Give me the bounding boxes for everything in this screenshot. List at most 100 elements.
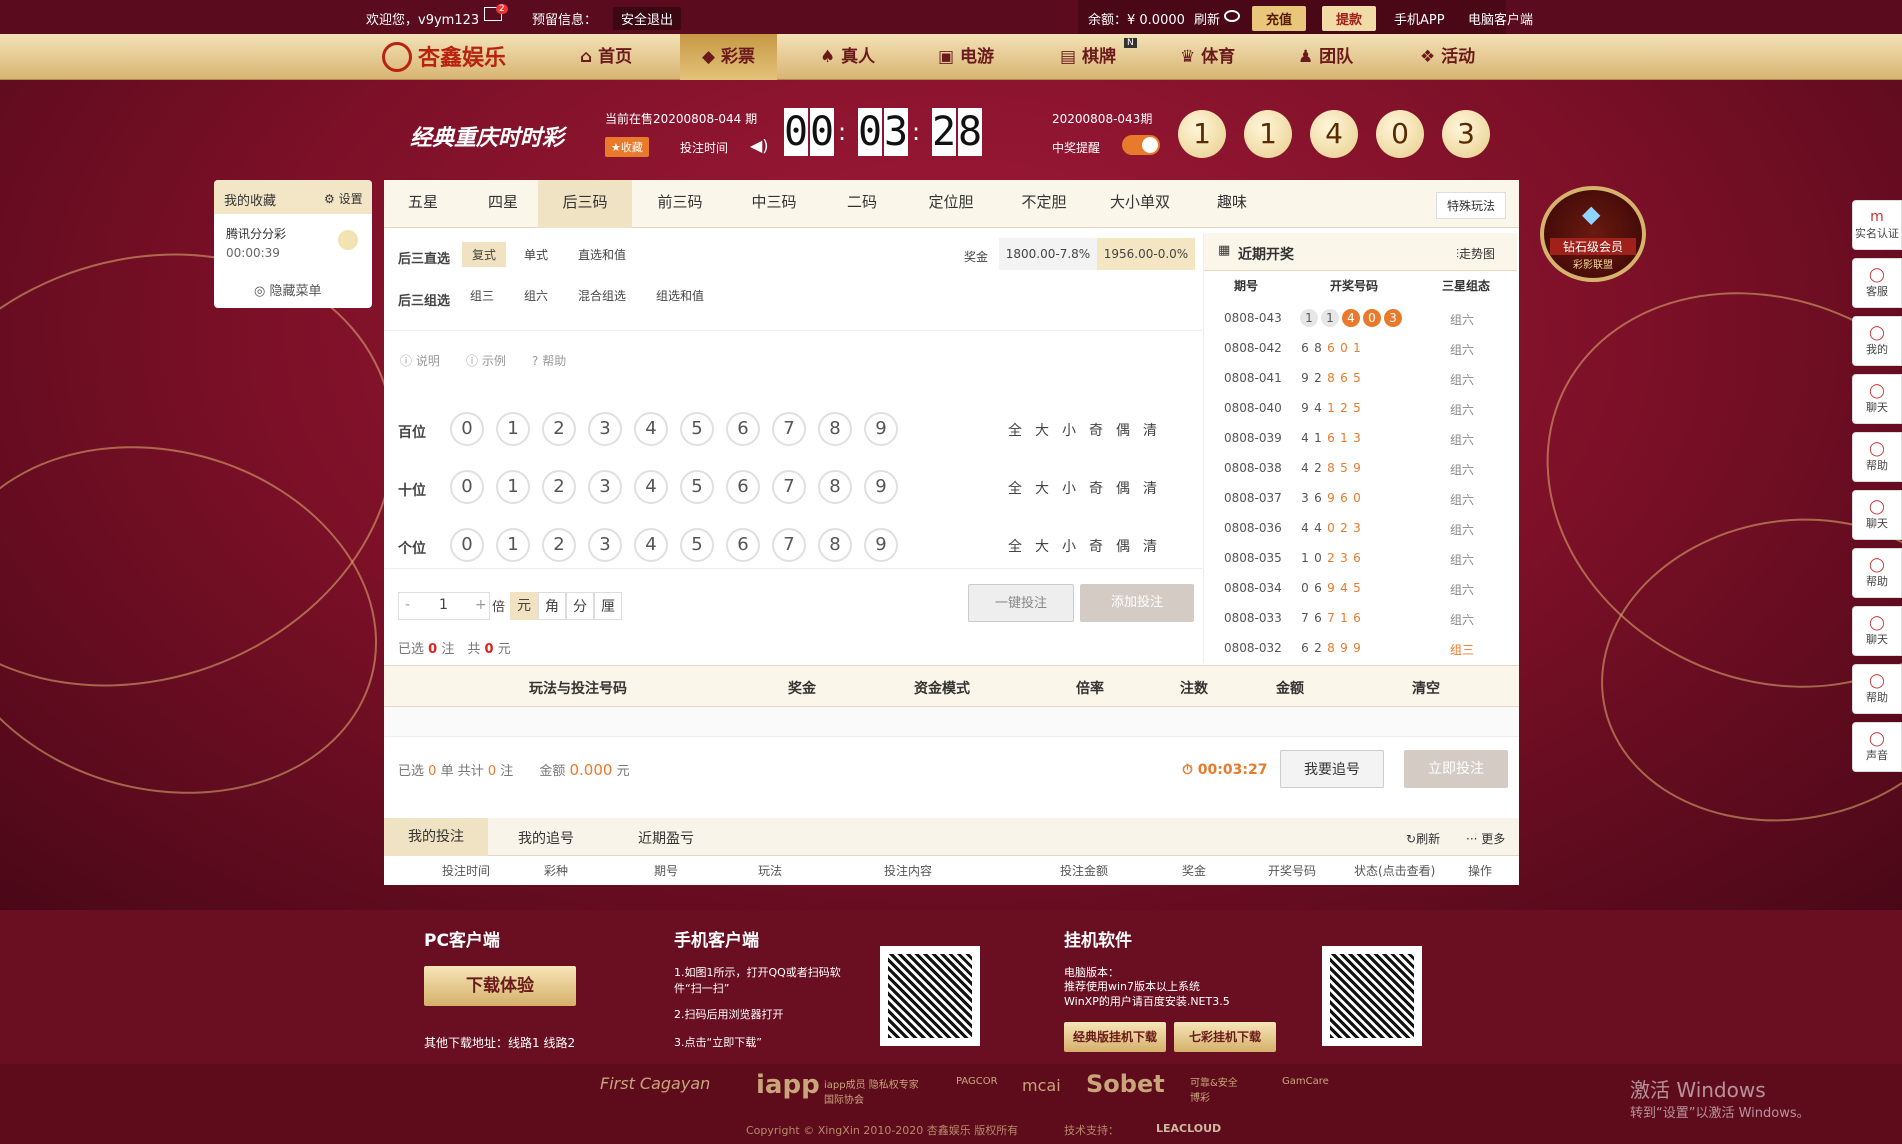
right-bar-item[interactable]: ◯ 聊天	[1852, 374, 1902, 424]
tab-fun[interactable]: 趣味	[1190, 180, 1274, 228]
quick-select-button[interactable]: 全	[1008, 420, 1022, 440]
tab-last3[interactable]: 后三码	[538, 180, 632, 228]
number-ball[interactable]: 3	[588, 470, 622, 504]
nav-chess[interactable]: ▤ 棋牌	[1060, 34, 1116, 80]
tab-first3[interactable]: 前三码	[632, 180, 728, 228]
quick-select-button[interactable]: 全	[1008, 478, 1022, 498]
tab-2code[interactable]: 二码	[820, 180, 904, 228]
number-ball[interactable]: 1	[496, 528, 530, 562]
nav-lottery[interactable]: ◆ 彩票	[680, 34, 777, 80]
right-bar-item[interactable]: m 实名认证	[1852, 200, 1902, 250]
number-ball[interactable]: 6	[726, 412, 760, 446]
tab-recent-pl[interactable]: 近期盈亏	[638, 828, 694, 848]
mobile-app-link[interactable]: 手机APP	[1394, 9, 1445, 28]
classic-bot-download[interactable]: 经典版挂机下载	[1064, 1022, 1166, 1052]
tab-position[interactable]: 定位胆	[904, 180, 998, 228]
number-ball[interactable]: 5	[680, 412, 714, 446]
hide-menu-button[interactable]: ◎ 隐藏菜单	[254, 280, 322, 299]
favorites-settings[interactable]: ⚙ 设置	[324, 190, 363, 207]
tab-bigsmall[interactable]: 大小单双	[1090, 180, 1190, 228]
tab-my-chase[interactable]: 我的追号	[518, 828, 574, 848]
number-ball[interactable]: 4	[634, 470, 668, 504]
help-help[interactable]: ? 帮助	[532, 352, 566, 369]
right-bar-item[interactable]: ◯ 帮助	[1852, 664, 1902, 714]
number-ball[interactable]: 2	[542, 470, 576, 504]
recharge-button[interactable]: 充值	[1252, 6, 1307, 31]
quick-select-button[interactable]: 清	[1143, 420, 1157, 440]
number-ball[interactable]: 9	[864, 470, 898, 504]
number-ball[interactable]: 2	[542, 412, 576, 446]
opt-zu3[interactable]: 组三	[470, 287, 494, 304]
sound-icon[interactable]: ◀)	[750, 136, 769, 155]
unit-fen[interactable]: 分	[566, 592, 594, 620]
logout-button[interactable]: 安全退出	[613, 7, 682, 30]
withdraw-button[interactable]: 提款	[1322, 6, 1377, 31]
quick-select-button[interactable]: 小	[1062, 420, 1076, 440]
number-ball[interactable]: 9	[864, 528, 898, 562]
tab-nonposition[interactable]: 不定胆	[998, 180, 1090, 228]
number-ball[interactable]: 0	[450, 528, 484, 562]
favorite-button[interactable]: ★收藏	[605, 137, 649, 157]
number-ball[interactable]: 1	[496, 412, 530, 446]
download-button[interactable]: 下载体验	[424, 966, 576, 1006]
number-ball[interactable]: 8	[818, 528, 852, 562]
number-ball[interactable]: 7	[772, 412, 806, 446]
tab-mid3[interactable]: 中三码	[728, 180, 820, 228]
unit-yuan[interactable]: 元	[510, 592, 538, 620]
other-download[interactable]: 其他下载地址：线路1 线路2	[424, 1034, 575, 1051]
multiplier-stepper[interactable]: - 1 +	[398, 592, 490, 620]
number-ball[interactable]: 7	[772, 470, 806, 504]
right-bar-item[interactable]: ◯ 声音	[1852, 722, 1902, 772]
number-ball[interactable]: 6	[726, 528, 760, 562]
tab-4star[interactable]: 四星	[462, 180, 544, 228]
number-ball[interactable]: 5	[680, 470, 714, 504]
number-ball[interactable]: 6	[726, 470, 760, 504]
quick-select-button[interactable]: 小	[1062, 478, 1076, 498]
qty-value[interactable]: 1	[439, 597, 448, 613]
unit-li[interactable]: 厘	[594, 592, 622, 620]
quick-select-button[interactable]: 小	[1062, 536, 1076, 556]
plus-button[interactable]: +	[475, 597, 487, 613]
number-ball[interactable]: 3	[588, 528, 622, 562]
nav-home[interactable]: ⌂ 首页	[580, 34, 632, 80]
right-bar-item[interactable]: ◯ 帮助	[1852, 548, 1902, 598]
opt-zu6[interactable]: 组六	[524, 287, 548, 304]
quick-select-button[interactable]: 大	[1035, 420, 1049, 440]
number-ball[interactable]: 7	[772, 528, 806, 562]
number-ball[interactable]: 8	[818, 470, 852, 504]
number-ball[interactable]: 0	[450, 412, 484, 446]
unit-jiao[interactable]: 角	[538, 592, 566, 620]
favorite-item[interactable]: 腾讯分分彩	[226, 225, 286, 242]
right-bar-item[interactable]: ◯ 帮助	[1852, 432, 1902, 482]
prize-option[interactable]: 1956.00-0.0%	[1097, 238, 1195, 270]
opt-direct-sum[interactable]: 直选和值	[578, 246, 626, 263]
quick-select-button[interactable]: 全	[1008, 536, 1022, 556]
number-ball[interactable]: 2	[542, 528, 576, 562]
nav-live[interactable]: ♠ 真人	[820, 34, 875, 80]
nav-team[interactable]: ♟ 团队	[1298, 34, 1353, 80]
records-refresh[interactable]: ↻刷新	[1406, 830, 1440, 847]
opt-group-sum[interactable]: 组选和值	[656, 287, 704, 304]
quick-select-button[interactable]: 奇	[1089, 478, 1103, 498]
opt-fushi[interactable]: 复式	[462, 242, 507, 267]
one-click-bet-button[interactable]: 一键投注	[968, 584, 1074, 622]
number-ball[interactable]: 4	[634, 528, 668, 562]
minus-button[interactable]: -	[405, 597, 410, 613]
quick-select-button[interactable]: 大	[1035, 536, 1049, 556]
quick-select-button[interactable]: 清	[1143, 536, 1157, 556]
seven-bot-download[interactable]: 七彩挂机下载	[1174, 1022, 1276, 1052]
right-bar-item[interactable]: ◯ 聊天	[1852, 490, 1902, 540]
submit-bet-button[interactable]: 立即投注	[1404, 750, 1508, 788]
quick-select-button[interactable]: 大	[1035, 478, 1049, 498]
prize-option[interactable]: 1800.00-7.8%	[999, 238, 1097, 270]
number-ball[interactable]: 3	[588, 412, 622, 446]
add-bet-button[interactable]: 添加投注	[1080, 584, 1194, 622]
site-logo[interactable]: 杏鑫娱乐	[418, 40, 506, 72]
quick-select-button[interactable]: 偶	[1116, 478, 1130, 498]
number-ball[interactable]: 5	[680, 528, 714, 562]
number-ball[interactable]: 8	[818, 412, 852, 446]
quick-select-button[interactable]: 偶	[1116, 536, 1130, 556]
opt-mixed[interactable]: 混合组选	[578, 287, 626, 304]
records-more[interactable]: ··· 更多	[1466, 830, 1505, 847]
cart-clear[interactable]: 清空	[1412, 678, 1440, 698]
